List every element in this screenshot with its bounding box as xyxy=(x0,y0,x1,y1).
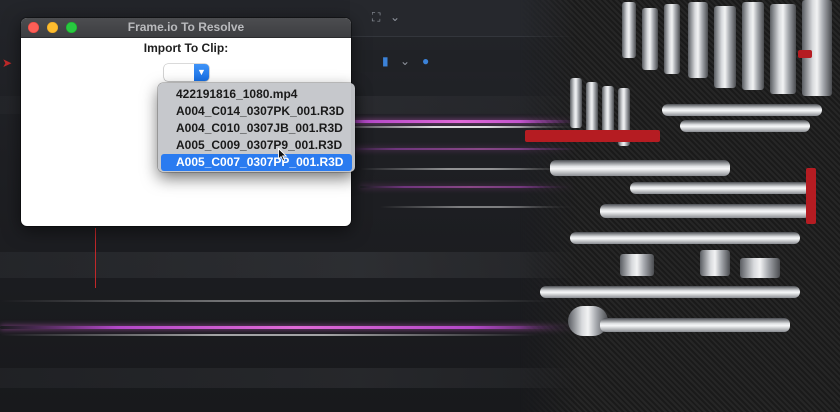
window-title: Frame.io To Resolve xyxy=(127,20,245,34)
red-rail xyxy=(525,130,660,142)
extension-bar xyxy=(662,104,822,116)
socket xyxy=(570,78,582,128)
red-rail xyxy=(806,168,816,224)
socket xyxy=(664,4,680,74)
extension-bar xyxy=(630,182,810,194)
socket xyxy=(770,4,796,94)
socket xyxy=(742,2,764,90)
crop-icon: ⛶ xyxy=(372,10,381,24)
chevron-down-icon: ⌄ xyxy=(390,10,401,24)
extension-bar xyxy=(680,120,810,132)
extension-bar xyxy=(570,232,800,244)
clip-dropdown-menu: 422191816_1080.mp4 A004_C014_0307PK_001.… xyxy=(158,83,355,172)
extension-bar xyxy=(600,204,810,218)
socket xyxy=(700,250,730,276)
arrow-cursor-icon xyxy=(278,148,288,162)
socket xyxy=(688,2,708,78)
red-rail xyxy=(798,50,812,58)
socket xyxy=(622,2,636,58)
ratchet-handle xyxy=(600,318,790,332)
clip-popup-button[interactable]: ▼ xyxy=(164,64,209,81)
menu-item-clip[interactable]: A004_C014_0307PK_001.R3D xyxy=(158,103,355,120)
menu-item-clip[interactable]: A005_C009_0307P9_001.R3D xyxy=(158,137,355,154)
menu-item-clip[interactable]: 422191816_1080.mp4 xyxy=(158,86,355,103)
extension-bar xyxy=(540,286,800,298)
import-to-clip-label: Import To Clip: xyxy=(143,41,229,55)
window-titlebar[interactable]: Frame.io To Resolve xyxy=(21,18,351,38)
playhead xyxy=(95,228,96,288)
socket xyxy=(620,254,654,276)
chevron-down-icon: ▼ xyxy=(194,64,209,81)
tools-photo-objects xyxy=(400,0,840,412)
ratchet-handle xyxy=(550,160,730,176)
socket xyxy=(714,6,736,88)
menu-item-clip[interactable]: A004_C010_0307JB_001.R3D xyxy=(158,120,355,137)
socket xyxy=(802,0,832,96)
pointer-icon: ➤ xyxy=(2,56,13,70)
socket xyxy=(642,8,658,70)
socket xyxy=(586,82,598,136)
menu-item-clip-selected[interactable]: A005_C007_0307PP_001.R3D xyxy=(161,154,352,171)
bookmark-icon: ▮ xyxy=(382,54,389,68)
socket xyxy=(740,258,780,278)
